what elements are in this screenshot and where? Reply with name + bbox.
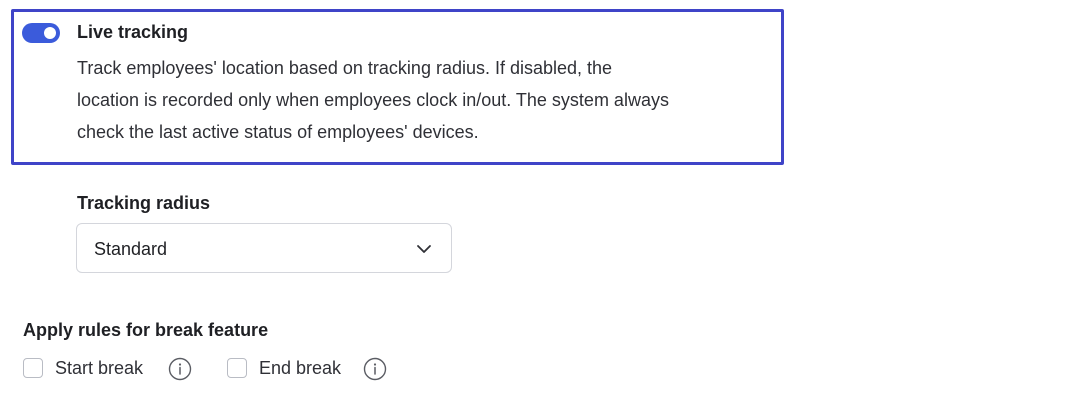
info-icon[interactable] <box>168 357 192 381</box>
live-tracking-toggle[interactable] <box>22 23 60 43</box>
end-break-checkbox[interactable] <box>227 358 247 378</box>
tracking-radius-label: Tracking radius <box>77 193 211 213</box>
tracking-radius-value: Standard <box>94 239 168 259</box>
info-icon[interactable] <box>363 357 387 381</box>
start-break-checkbox[interactable] <box>23 358 43 378</box>
live-tracking-description: Track employees' location based on track… <box>77 58 669 142</box>
break-rules-label: Apply rules for break feature <box>23 320 269 340</box>
chevron-down-icon <box>417 245 431 253</box>
end-break-label: End break <box>259 358 342 378</box>
start-break-label: Start break <box>55 358 144 378</box>
live-tracking-title: Live tracking <box>77 22 189 42</box>
tracking-radius-select[interactable]: Standard <box>76 223 452 273</box>
toggle-knob <box>44 27 56 39</box>
